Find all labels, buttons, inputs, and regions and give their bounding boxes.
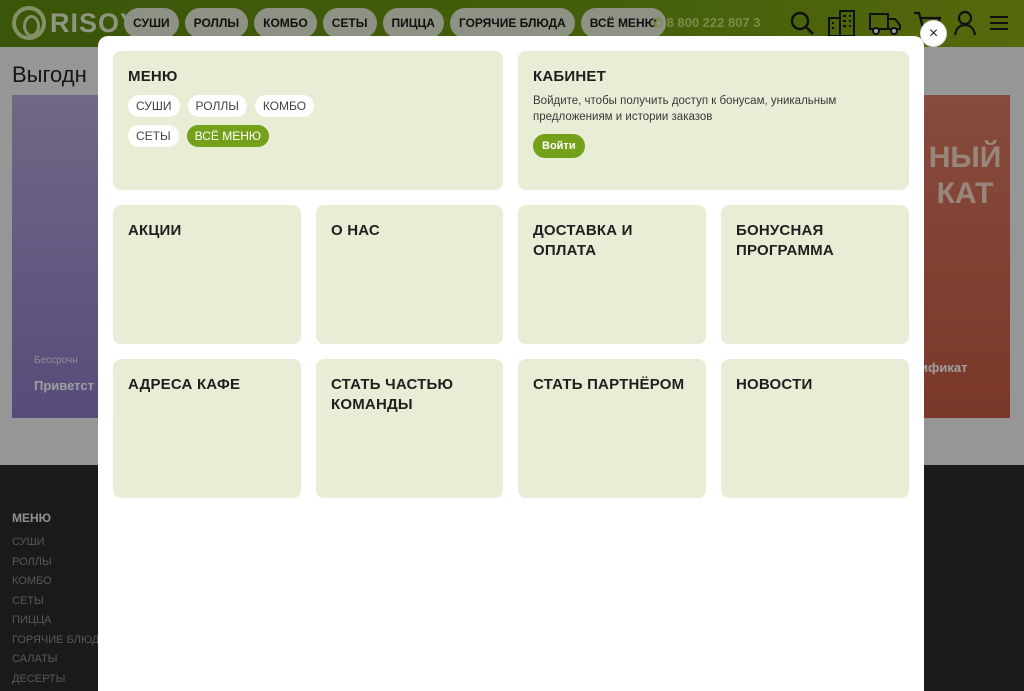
- card-title: НОВОСТИ: [736, 376, 813, 393]
- menu-pill-rolls[interactable]: РОЛЛЫ: [187, 95, 247, 117]
- menu-pill-sushi[interactable]: СУШИ: [128, 95, 180, 117]
- card-title: СТАТЬ ПАРТНЁРОМ: [533, 376, 685, 393]
- card-title: АДРЕСА КАФЕ: [128, 376, 241, 393]
- menu-modal: МЕНЮ СУШИ РОЛЛЫ КОМБО СЕТЫ ВСЁ МЕНЮ КАБИ…: [98, 36, 924, 691]
- card-title: АКЦИИ: [128, 222, 182, 239]
- menu-card: МЕНЮ СУШИ РОЛЛЫ КОМБО СЕТЫ ВСЁ МЕНЮ: [113, 51, 503, 190]
- cabinet-card-title: КАБИНЕТ: [533, 68, 606, 85]
- menu-card-title: МЕНЮ: [128, 68, 178, 85]
- card-delivery[interactable]: ДОСТАВКА И ОПЛАТА: [518, 205, 706, 344]
- card-title: ДОСТАВКА И ОПЛАТА: [533, 222, 633, 259]
- card-partner[interactable]: СТАТЬ ПАРТНЁРОМ: [518, 359, 706, 498]
- cabinet-card: КАБИНЕТ Войдите, чтобы получить доступ к…: [518, 51, 909, 190]
- card-news[interactable]: НОВОСТИ: [721, 359, 909, 498]
- menu-pill-sets[interactable]: СЕТЫ: [128, 125, 179, 147]
- card-title: О НАС: [331, 222, 380, 239]
- card-addresses[interactable]: АДРЕСА КАФЕ: [113, 359, 301, 498]
- card-title: СТАТЬ ЧАСТЬЮ КОМАНДЫ: [331, 376, 454, 413]
- close-button[interactable]: ×: [921, 21, 946, 46]
- card-about[interactable]: О НАС: [316, 205, 503, 344]
- menu-pill-combo[interactable]: КОМБО: [254, 95, 315, 117]
- card-bonus[interactable]: БОНУСНАЯ ПРОГРАММА: [721, 205, 909, 344]
- card-careers[interactable]: СТАТЬ ЧАСТЬЮ КОМАНДЫ: [316, 359, 503, 498]
- close-icon: ×: [928, 25, 939, 42]
- menu-pill-all-menu[interactable]: ВСЁ МЕНЮ: [186, 125, 270, 147]
- cabinet-description: Войдите, чтобы получить доступ к бонусам…: [533, 95, 837, 123]
- card-title: БОНУСНАЯ ПРОГРАММА: [736, 222, 834, 259]
- card-promotions[interactable]: АКЦИИ: [113, 205, 301, 344]
- login-button[interactable]: Войти: [533, 134, 585, 158]
- menu-categories: СУШИ РОЛЛЫ КОМБО СЕТЫ ВСЁ МЕНЮ: [128, 95, 328, 147]
